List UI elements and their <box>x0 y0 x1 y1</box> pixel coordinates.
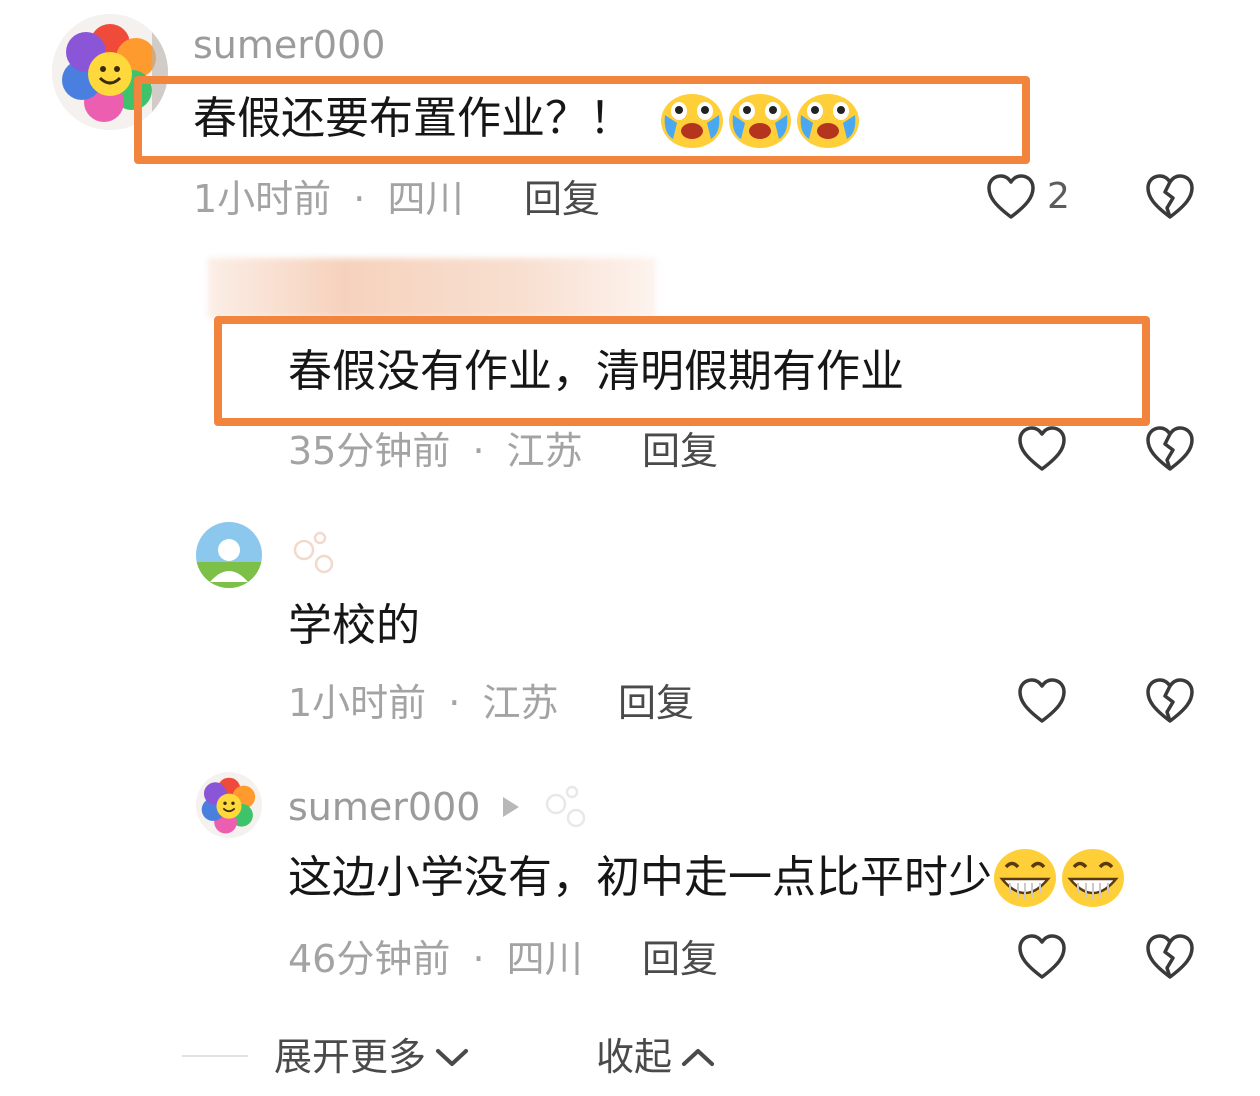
meta-separator: · <box>472 937 485 981</box>
broken-heart-icon[interactable] <box>1144 172 1196 222</box>
heart-outline-icon[interactable] <box>1016 932 1068 982</box>
comment-avatar[interactable] <box>196 772 262 838</box>
chevron-up-icon <box>682 1049 715 1066</box>
comment-time: 35分钟前 <box>288 429 451 473</box>
reply-button[interactable]: 回复 <box>524 180 600 218</box>
comment-username[interactable]: sumer000 <box>193 26 385 64</box>
reply-button[interactable]: 回复 <box>642 432 718 470</box>
comment-body: 春假没有作业，清明假期有作业 <box>288 346 904 397</box>
comment-body: 学校的 <box>288 600 420 651</box>
comment-body: 这边小学没有，初中走一点比平时少 <box>288 852 992 903</box>
heart-outline-icon <box>987 174 1035 219</box>
broken-heart-icon[interactable] <box>1144 932 1196 982</box>
heart-outline-icon[interactable] <box>1016 676 1068 726</box>
comment-location: 江苏 <box>482 681 559 725</box>
triangle-right-icon <box>503 797 520 817</box>
like-count: 2 <box>1047 176 1070 217</box>
comment-time: 46分钟前 <box>288 937 451 981</box>
landscape-default-avatar-icon <box>196 522 262 588</box>
comment-location: 江苏 <box>506 429 583 473</box>
crying-laugh-emoji-icon <box>661 94 723 148</box>
comment-header: sumer000 <box>288 784 588 830</box>
crying-laugh-emoji-icon <box>797 94 859 148</box>
comment-body: 春假还要布置作业？！ <box>193 93 633 144</box>
comment-text: 春假还要布置作业？！ <box>193 93 861 148</box>
expand-more-label: 展开更多 <box>274 1035 427 1079</box>
comment-username[interactable]: sumer000 <box>288 788 480 826</box>
heart-outline-icon[interactable] <box>1016 424 1068 474</box>
chevron-down-icon <box>436 1049 469 1066</box>
footer-divider <box>182 1055 248 1057</box>
broken-heart-icon[interactable] <box>1144 424 1196 474</box>
expand-more-button[interactable]: 展开更多 <box>274 1038 470 1076</box>
reply-button[interactable]: 回复 <box>618 684 694 722</box>
collapse-button[interactable]: 收起 <box>596 1038 716 1076</box>
grin-emoji-icon <box>994 849 1056 907</box>
meta-separator: · <box>472 429 485 473</box>
comment-location: 四川 <box>506 937 583 981</box>
reply-button[interactable]: 回复 <box>642 940 718 978</box>
bubbles-icon <box>293 531 334 574</box>
meta-separator: · <box>448 681 461 725</box>
like-button[interactable]: 2 <box>985 172 1070 222</box>
comment-location: 四川 <box>387 177 464 221</box>
comment-meta: 1小时前 · 江苏 <box>288 684 558 722</box>
comment-text: 这边小学没有，初中走一点比平时少 <box>288 848 1126 908</box>
grin-emoji-icon <box>1062 849 1124 907</box>
flower-smiley-avatar-icon <box>196 772 262 838</box>
comment-avatar[interactable] <box>196 522 262 588</box>
comment-time: 1小时前 <box>288 681 427 725</box>
collapse-label: 收起 <box>596 1035 673 1079</box>
comment-meta: 46分钟前 · 四川 <box>288 940 583 978</box>
bubbles-icon <box>546 785 586 828</box>
comment-meta: 1小时前 · 四川 <box>193 180 463 218</box>
comment-meta: 35分钟前 · 江苏 <box>288 432 583 470</box>
meta-separator: · <box>353 177 366 221</box>
broken-heart-icon[interactable] <box>1144 676 1196 726</box>
blurred-username <box>208 258 656 318</box>
crying-laugh-emoji-icon <box>729 94 791 148</box>
comment-time: 1小时前 <box>193 177 332 221</box>
